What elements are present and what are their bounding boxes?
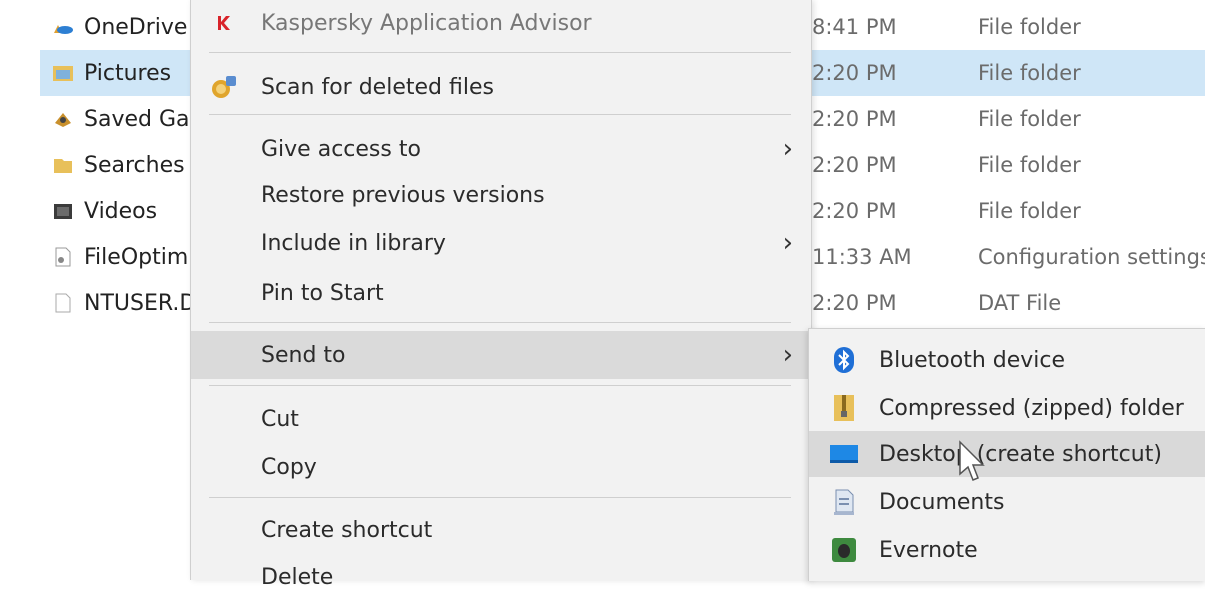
mouse-pointer-icon [958, 440, 986, 484]
menu-item-pin-start[interactable]: Pin to Start [191, 270, 811, 316]
menu-item-label: Cut [261, 406, 299, 432]
file-date: 2:20 PM [812, 107, 897, 131]
file-name: Pictures [84, 60, 172, 86]
file-date: 2:20 PM [812, 61, 897, 85]
file-type: File folder [978, 199, 1081, 223]
file-type: DAT File [978, 291, 1062, 315]
file-date: 8:41 PM [812, 15, 897, 39]
menu-item-label: Include in library [261, 230, 446, 256]
chevron-right-icon: › [782, 134, 793, 164]
menu-item-label: Restore previous versions [261, 182, 545, 208]
zip-folder-icon [829, 393, 859, 423]
searches-folder-icon [52, 155, 74, 175]
submenu-item-label: Compressed (zipped) folder [879, 395, 1184, 421]
menu-item-kaspersky[interactable]: Kaspersky Application Advisor [191, 0, 811, 46]
blank-file-icon [52, 293, 74, 313]
send-to-documents[interactable]: Documents [809, 479, 1205, 525]
menu-item-label: Copy [261, 454, 317, 480]
desktop-icon [829, 439, 859, 469]
menu-item-label: Scan for deleted files [261, 74, 494, 100]
menu-item-label: Create shortcut [261, 517, 433, 543]
menu-item-label: Pin to Start [261, 280, 384, 306]
menu-item-create-shortcut[interactable]: Create shortcut [191, 507, 811, 553]
file-name: OneDrive [84, 14, 188, 40]
send-to-desktop[interactable]: Desktop (create shortcut) [809, 431, 1205, 477]
file-type: File folder [978, 15, 1081, 39]
send-to-compressed-folder[interactable]: Compressed (zipped) folder [809, 385, 1205, 431]
file-type: File folder [978, 61, 1081, 85]
videos-folder-icon [52, 201, 74, 221]
file-type: File folder [978, 153, 1081, 177]
menu-separator [209, 52, 791, 53]
menu-item-restore-versions[interactable]: Restore previous versions [191, 172, 811, 218]
menu-item-label: Delete [261, 564, 334, 590]
menu-item-cut[interactable]: Cut [191, 396, 811, 442]
file-date: 11:33 AM [812, 245, 912, 269]
send-to-submenu: Bluetooth device Compressed (zipped) fol… [808, 328, 1205, 581]
file-type: Configuration settings [978, 245, 1205, 269]
config-file-icon [52, 247, 74, 267]
menu-item-label: Kaspersky Application Advisor [261, 10, 592, 36]
file-date: 2:20 PM [812, 199, 897, 223]
menu-item-copy[interactable]: Copy [191, 444, 811, 490]
menu-item-label: Send to [261, 342, 346, 368]
bluetooth-icon [829, 345, 859, 375]
evernote-icon [829, 535, 859, 565]
submenu-item-label: Desktop (create shortcut) [879, 441, 1162, 467]
send-to-bluetooth[interactable]: Bluetooth device [809, 337, 1205, 383]
pictures-folder-icon [52, 63, 74, 83]
menu-separator [209, 497, 791, 498]
menu-item-delete[interactable]: Delete [191, 554, 811, 600]
onedrive-icon [52, 17, 74, 37]
file-name: FileOptimizer [84, 244, 202, 270]
scan-recovery-icon [209, 72, 239, 102]
chevron-right-icon: › [782, 340, 793, 370]
menu-separator [209, 385, 791, 386]
menu-item-send-to[interactable]: Send to › [191, 331, 811, 379]
file-name: Videos [84, 198, 158, 224]
context-menu: Kaspersky Application Advisor Scan for d… [190, 0, 812, 590]
documents-icon [829, 487, 859, 517]
submenu-item-label: Evernote [879, 537, 978, 563]
menu-item-include-library[interactable]: Include in library › [191, 220, 811, 266]
menu-separator [209, 322, 791, 323]
chevron-right-icon: › [782, 228, 793, 258]
menu-item-give-access[interactable]: Give access to › [191, 126, 811, 172]
send-to-evernote[interactable]: Evernote [809, 527, 1205, 573]
submenu-item-label: Bluetooth device [879, 347, 1066, 373]
menu-item-scan-deleted[interactable]: Scan for deleted files [191, 64, 811, 110]
menu-separator [209, 114, 791, 115]
saved-games-icon [52, 109, 74, 129]
file-date: 2:20 PM [812, 153, 897, 177]
file-name: Saved Games [84, 106, 202, 132]
menu-item-label: Give access to [261, 136, 421, 162]
file-type: File folder [978, 107, 1081, 131]
file-name: NTUSER.DAT [84, 290, 202, 316]
kaspersky-icon [209, 8, 239, 38]
file-name: Searches [84, 152, 185, 178]
file-date: 2:20 PM [812, 291, 897, 315]
submenu-item-label: Documents [879, 489, 1005, 515]
